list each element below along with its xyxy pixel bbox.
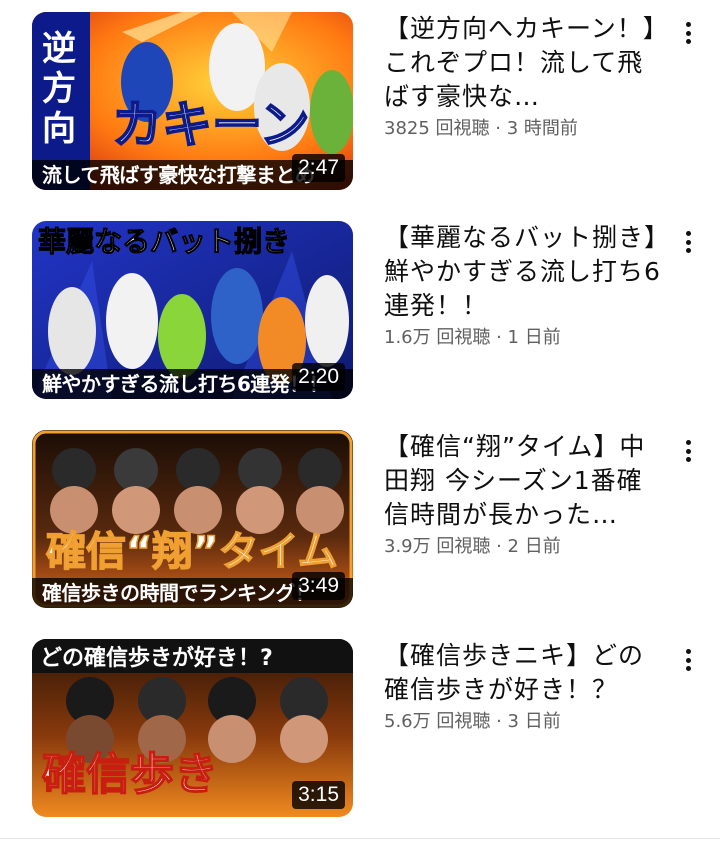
more-vert-icon[interactable] [676, 227, 700, 257]
video-item[interactable]: 逆 方 向 カキーン 流して飛ばす豪快な打撃まとめ 2:47 【逆方向へカキーン… [0, 12, 720, 202]
view-count: 3.9万 回視聴 [384, 536, 491, 557]
video-title[interactable]: 【確信“翔”タイム】中田翔 今シーズン1番確信時間が長かった… [384, 430, 664, 532]
more-vert-icon[interactable] [676, 436, 700, 466]
video-item[interactable]: 確信“翔”タイム 確信歩きの時間でランキング！ 3:49 【確信“翔”タイム】中… [0, 430, 720, 620]
more-vert-icon[interactable] [676, 18, 700, 48]
video-meta: 3825 回視聴 · 3 時間前 [384, 116, 664, 142]
svg-text:方: 方 [42, 69, 76, 109]
video-title[interactable]: 【確信歩きニキ】どの確信歩きが好き！？ [384, 639, 664, 707]
video-title[interactable]: 【華麗なるバット捌き】鮮やかすぎる流し打ち6連発！！ [384, 221, 664, 323]
video-title[interactable]: 【逆方向へカキーン！】これぞプロ！流して飛ばす豪快な… [384, 12, 664, 114]
video-meta: 3.9万 回視聴 · 2 日前 [384, 534, 664, 560]
upload-age: 1 日前 [507, 327, 561, 348]
video-duration: 2:47 [292, 154, 345, 182]
video-info: 【確信“翔”タイム】中田翔 今シーズン1番確信時間が長かった… 3.9万 回視聴… [384, 430, 664, 560]
video-thumbnail[interactable]: 華麗なるバット捌き 鮮やかすぎる流し打ち6連発！！ 2:20 [32, 221, 353, 399]
upload-age: 3 時間前 [506, 118, 578, 139]
svg-text:華麗なるバット捌き: 華麗なるバット捌き [38, 225, 290, 258]
upload-age: 2 日前 [507, 536, 561, 557]
view-count: 3825 回視聴 [384, 118, 490, 139]
meta-separator: · [490, 327, 508, 348]
video-thumbnail[interactable]: 確信“翔”タイム 確信歩きの時間でランキング！ 3:49 [32, 430, 353, 608]
svg-text:確信歩き: 確信歩き [42, 749, 218, 800]
meta-separator: · [489, 118, 507, 139]
meta-separator: · [490, 711, 508, 732]
video-item[interactable]: どの確信歩きが好き！? 確信歩き 3:15 【確信歩きニキ】どの確信歩きが好き！… [0, 639, 720, 829]
svg-text:確信“翔”タイム: 確信“翔”タイム [46, 529, 338, 575]
view-count: 5.6万 回視聴 [384, 711, 491, 732]
video-info: 【華麗なるバット捌き】鮮やかすぎる流し打ち6連発！！ 1.6万 回視聴 · 1 … [384, 221, 664, 351]
svg-text:向: 向 [42, 109, 76, 149]
video-info: 【逆方向へカキーン！】これぞプロ！流して飛ばす豪快な… 3825 回視聴 · 3… [384, 12, 664, 142]
svg-text:逆: 逆 [42, 29, 76, 69]
view-count: 1.6万 回視聴 [384, 327, 491, 348]
video-meta: 5.6万 回視聴 · 3 日前 [384, 709, 664, 735]
meta-separator: · [490, 536, 508, 557]
video-duration: 3:49 [292, 572, 345, 600]
upload-age: 3 日前 [507, 711, 561, 732]
more-vert-icon[interactable] [676, 645, 700, 675]
video-duration: 2:20 [292, 363, 345, 391]
video-duration: 3:15 [292, 781, 345, 809]
video-thumbnail[interactable]: どの確信歩きが好き！? 確信歩き 3:15 [32, 639, 353, 817]
video-item[interactable]: 華麗なるバット捌き 鮮やかすぎる流し打ち6連発！！ 2:20 【華麗なるバット捌… [0, 221, 720, 411]
svg-text:どの確信歩きが好き！?: どの確信歩きが好き！? [40, 645, 273, 671]
video-info: 【確信歩きニキ】どの確信歩きが好き！？ 5.6万 回視聴 · 3 日前 [384, 639, 664, 735]
video-thumbnail[interactable]: 逆 方 向 カキーン 流して飛ばす豪快な打撃まとめ 2:47 [32, 12, 353, 190]
video-meta: 1.6万 回視聴 · 1 日前 [384, 325, 664, 351]
divider [0, 838, 720, 839]
svg-text:カキーン: カキーン [112, 96, 310, 154]
